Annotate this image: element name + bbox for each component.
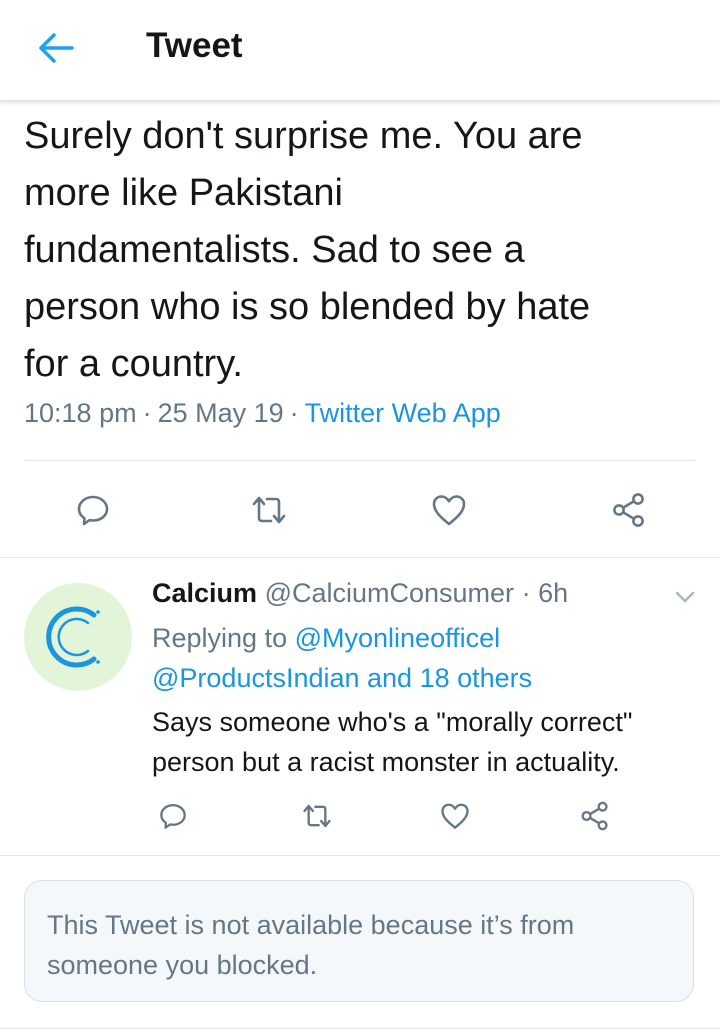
tweet-menu-button[interactable] (668, 582, 702, 612)
retweet-button[interactable] (244, 488, 294, 532)
separator-dot: · (521, 578, 531, 608)
arrow-left-icon (39, 33, 74, 63)
divider (24, 460, 696, 461)
tweet-text-line: more like Pakistani (24, 172, 343, 214)
page-title: Tweet (146, 26, 243, 65)
retweet-icon (303, 804, 331, 828)
divider (0, 855, 720, 856)
reply-reply-button[interactable] (152, 796, 194, 836)
blocked-tweet-notice: This Tweet is not available because it’s… (24, 880, 694, 1002)
reply-button[interactable] (68, 488, 118, 532)
replying-others-link[interactable]: @ProductsIndian and 18 others (152, 663, 532, 693)
reply-age: 6h (538, 578, 569, 608)
reply-retweet-button[interactable] (296, 796, 338, 836)
tweet-text-line: person who is so blended by hate (24, 286, 591, 328)
back-button[interactable] (34, 26, 78, 70)
share-button[interactable] (604, 488, 654, 532)
reply-like-button[interactable] (434, 796, 476, 836)
share-icon (581, 801, 608, 831)
tweet-date[interactable]: 25 May 19 (158, 398, 284, 428)
separator-dot: · (142, 398, 152, 428)
replying-to: Replying to @Myonlineofficel @ProductsIn… (152, 618, 692, 698)
tweet-text: Surely don't surprise me. You are more l… (24, 108, 704, 393)
tweet-text-line: fundamentalists. Sad to see a (24, 229, 525, 271)
reply-icon (77, 495, 109, 526)
tweet-text-line: Surely don't surprise me. You are (24, 115, 583, 157)
avatar[interactable] (24, 583, 132, 691)
reply-share-button[interactable] (574, 796, 616, 836)
divider (0, 1028, 720, 1029)
blocked-notice-text: This Tweet is not available because it’s… (47, 910, 575, 980)
like-button[interactable] (424, 488, 474, 532)
chevron-down-icon (675, 591, 695, 603)
reply-icon (160, 804, 186, 829)
reply-author-name[interactable]: Calcium (152, 578, 257, 608)
reply-header: Calcium @CalciumConsumer · 6h (152, 578, 568, 609)
reply-text: Says someone who's a "morally correct" p… (152, 707, 633, 777)
tweet-metadata: 10:18 pm · 25 May 19 · Twitter Web App (24, 398, 501, 429)
replying-user-link[interactable]: @Myonlineofficel (295, 623, 501, 653)
heart-icon (441, 803, 469, 829)
tweet-text-line: for a country. (24, 343, 243, 385)
heart-icon (432, 495, 466, 526)
replying-prefix: Replying to (152, 623, 288, 653)
share-icon (613, 493, 644, 527)
tweet-time[interactable]: 10:18 pm (24, 398, 137, 428)
reply-author-handle[interactable]: @CalciumConsumer (265, 578, 514, 608)
retweet-icon (252, 496, 286, 524)
calcium-logo-icon (46, 606, 100, 668)
top-app-bar: Tweet (0, 0, 720, 102)
tweet-source-link[interactable]: Twitter Web App (305, 398, 501, 428)
separator-dot: · (289, 398, 299, 428)
